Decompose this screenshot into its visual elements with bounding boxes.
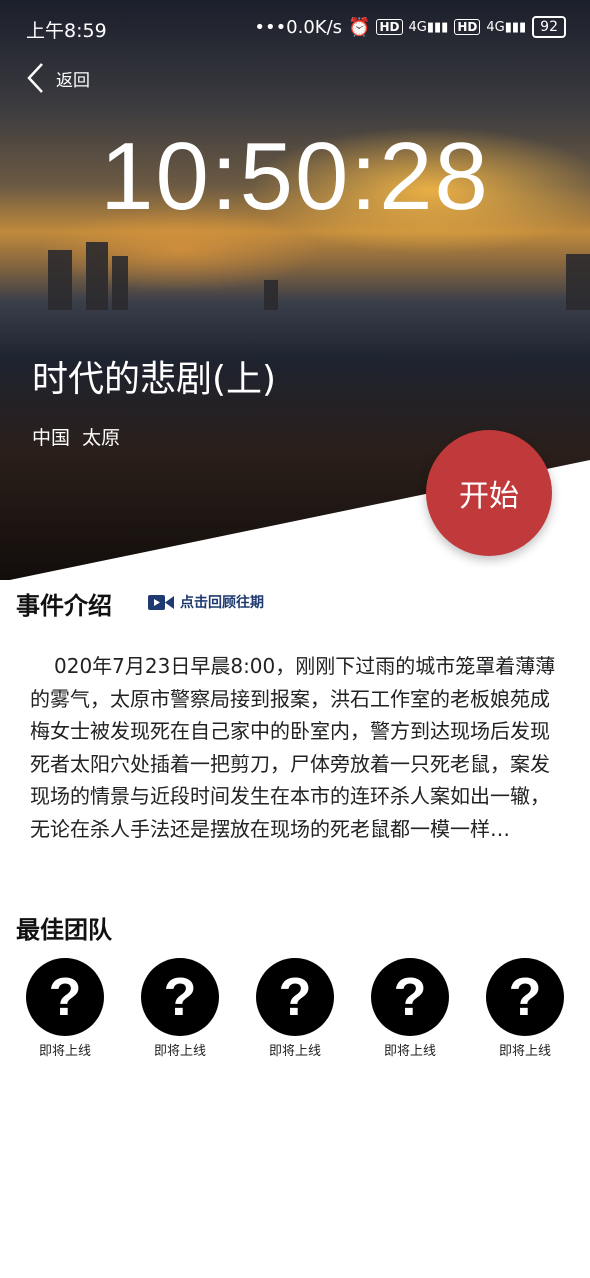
signal-icon: 4G▮▮▮ bbox=[486, 19, 527, 35]
team-list: ? 即将上线 ? 即将上线 ? 即将上线 ? 即将上线 ? 即将上线 bbox=[0, 958, 590, 1059]
back-label: 返回 bbox=[56, 70, 90, 91]
signal-icon: 4G▮▮▮ bbox=[408, 19, 449, 35]
team-member[interactable]: ? 即将上线 bbox=[245, 958, 345, 1059]
team-member[interactable]: ? 即将上线 bbox=[15, 958, 115, 1059]
status-time: 上午8:59 bbox=[26, 20, 107, 42]
network-type: 4G bbox=[486, 19, 505, 35]
case-description: 020年7月23日早晨8:00，刚刚下过雨的城市笼罩着薄薄的雾气，太原市警察局接… bbox=[30, 654, 556, 841]
countdown-timer: 10:50:28 bbox=[100, 123, 490, 230]
unknown-avatar-icon: ? bbox=[141, 958, 219, 1036]
battery-icon: 92 bbox=[532, 16, 566, 38]
team-member[interactable]: ? 即将上线 bbox=[130, 958, 230, 1059]
review-past-link[interactable]: 点击回顾往期 bbox=[148, 592, 264, 612]
member-label: 即将上线 bbox=[38, 1044, 91, 1059]
unknown-avatar-icon: ? bbox=[371, 958, 449, 1036]
unknown-avatar-icon: ? bbox=[26, 958, 104, 1036]
alarm-icon: ⏰ bbox=[348, 16, 371, 38]
hd-badge: HD bbox=[454, 19, 481, 35]
building bbox=[566, 254, 590, 310]
case-title: 时代的悲剧(上) bbox=[32, 359, 277, 400]
building bbox=[264, 280, 278, 310]
intro-section-title: 事件介绍 bbox=[16, 592, 112, 620]
team-member[interactable]: ? 即将上线 bbox=[360, 958, 460, 1059]
member-label: 即将上线 bbox=[383, 1044, 436, 1059]
status-icons: •••0.0K/s ⏰ HD 4G▮▮▮ HD 4G▮▮▮ 92 bbox=[254, 16, 566, 38]
member-label: 即将上线 bbox=[268, 1044, 321, 1059]
team-member[interactable]: ? 即将上线 bbox=[475, 958, 575, 1059]
review-past-label: 点击回顾往期 bbox=[180, 595, 264, 611]
member-label: 即将上线 bbox=[498, 1044, 551, 1059]
back-button[interactable]: 返回 bbox=[26, 60, 90, 96]
hd-badge: HD bbox=[376, 19, 403, 35]
team-section-title: 最佳团队 bbox=[16, 916, 112, 944]
unknown-avatar-icon: ? bbox=[256, 958, 334, 1036]
building bbox=[48, 250, 72, 310]
video-camera-icon bbox=[148, 594, 174, 610]
member-label: 即将上线 bbox=[153, 1044, 206, 1059]
network-type: 4G bbox=[408, 19, 427, 35]
unknown-avatar-icon: ? bbox=[486, 958, 564, 1036]
status-bar: 上午8:59 •••0.0K/s ⏰ HD 4G▮▮▮ HD 4G▮▮▮ 92 bbox=[0, 0, 590, 54]
case-location: 中国 太原 bbox=[32, 427, 121, 449]
network-speed: •••0.0K/s bbox=[254, 16, 343, 38]
building bbox=[112, 256, 128, 310]
building bbox=[86, 242, 108, 310]
chevron-left-icon bbox=[27, 63, 43, 93]
start-button[interactable]: 开始 bbox=[426, 430, 552, 556]
